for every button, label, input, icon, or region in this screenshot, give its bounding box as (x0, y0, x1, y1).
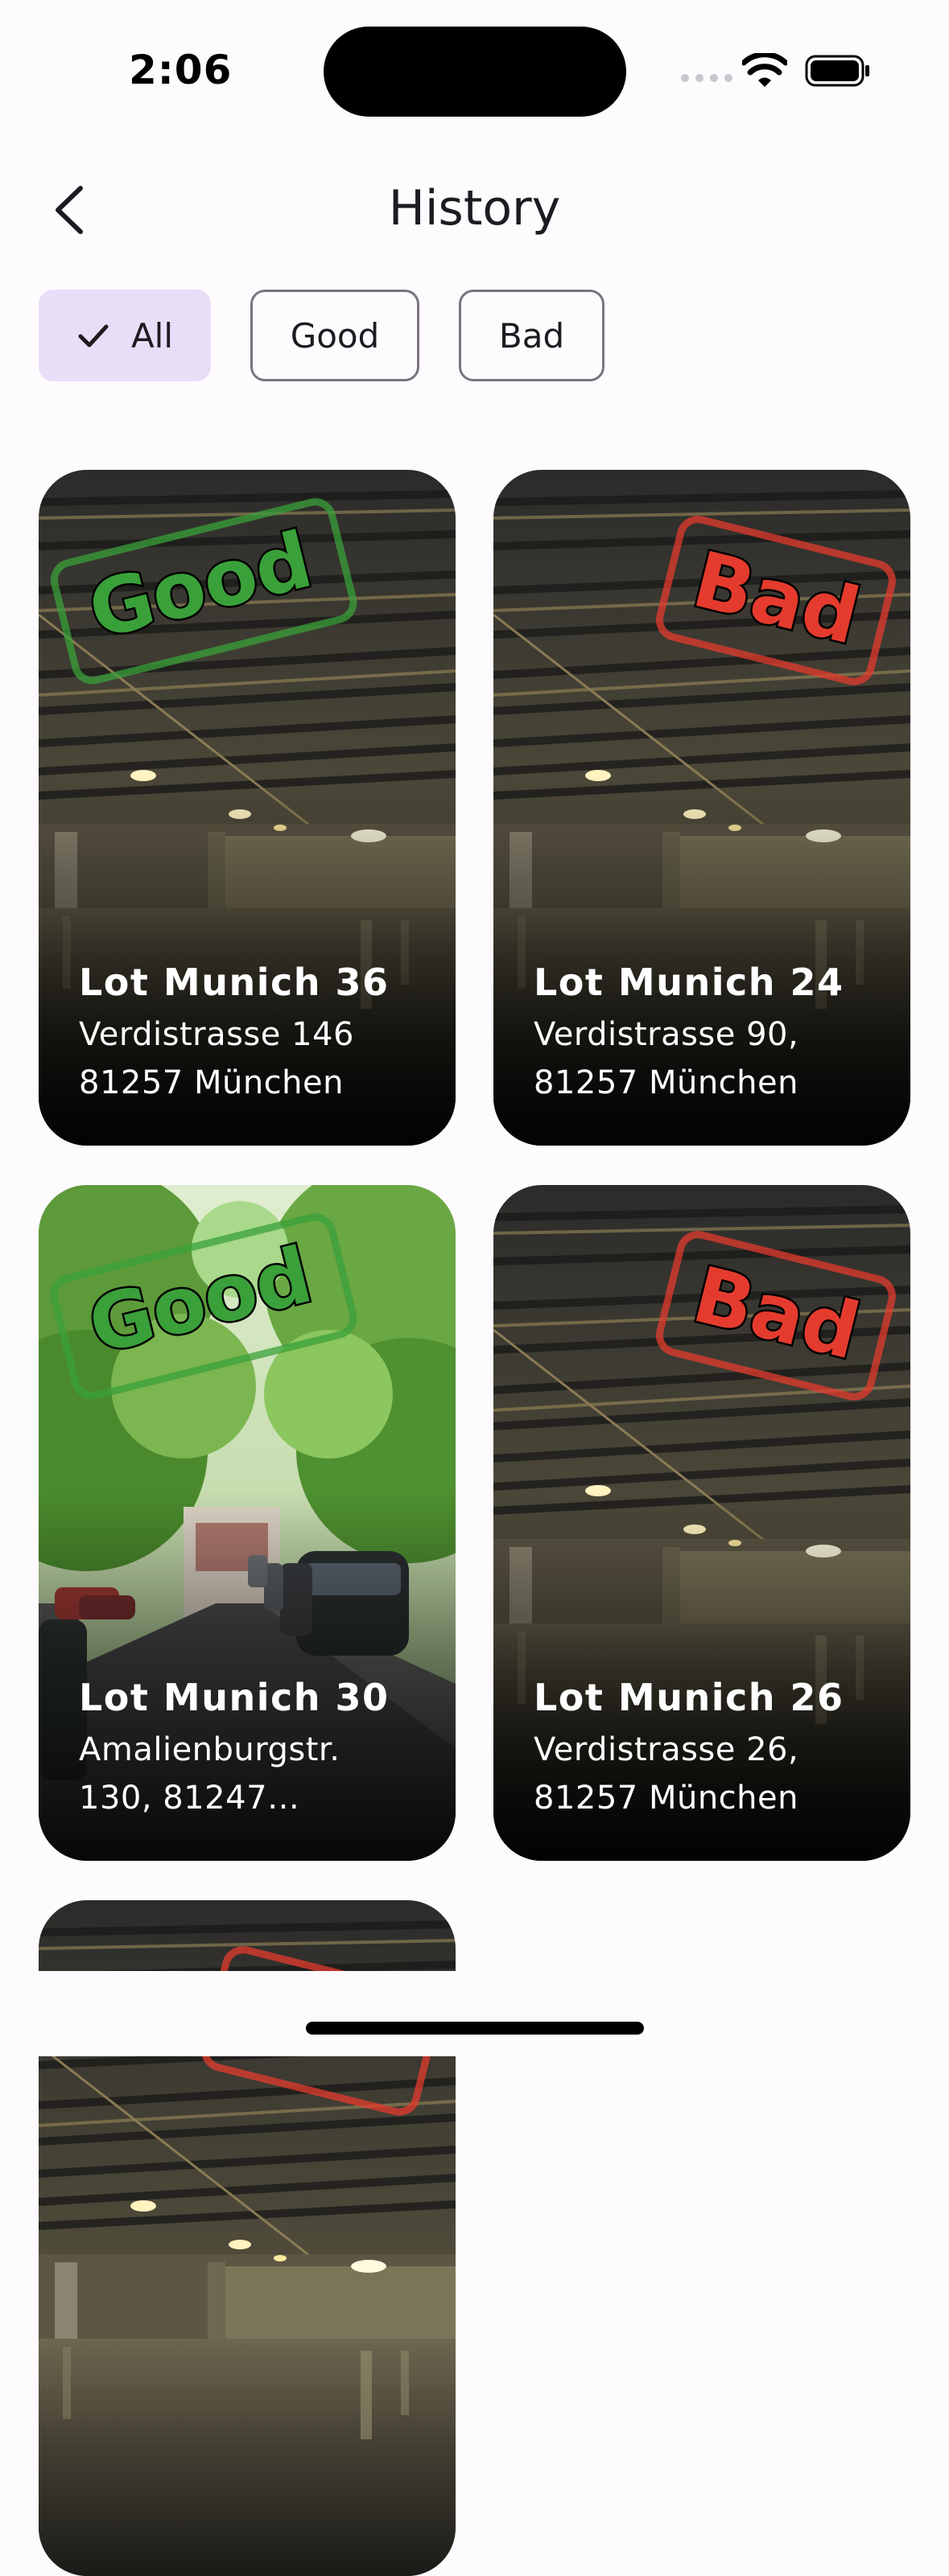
check-icon (78, 324, 109, 348)
filter-chip-label: Good (290, 315, 380, 356)
cellular-signal-icon (681, 74, 732, 85)
page-title: History (388, 180, 561, 237)
filter-chip-label: All (130, 315, 174, 356)
parking-lot-card[interactable]: Good Lot Munich 36 Verdistrasse 146 8125… (39, 470, 456, 1146)
lot-name: Lot Munich 36 (79, 961, 390, 1004)
status-time: 2:06 (129, 47, 233, 93)
filter-chip-bad[interactable]: Bad (459, 290, 604, 381)
filter-chip-good[interactable]: Good (250, 290, 419, 381)
good-stamp: Good (50, 498, 357, 685)
lot-address: Verdistrasse 146 81257 München (79, 1016, 354, 1101)
bad-stamp: Bad (655, 1231, 896, 1401)
battery-icon (805, 55, 869, 87)
lot-name: Lot Munich 24 (534, 961, 844, 1004)
parking-lot-card[interactable]: Bad Lot Munich 26 Verdistrasse 26, 81257… (493, 1185, 910, 1861)
lot-name: Lot Munich 30 (79, 1676, 390, 1719)
good-stamp: Good (50, 1213, 357, 1400)
lot-address: Verdistrasse 26, 81257 München (534, 1731, 799, 1817)
home-indicator[interactable] (306, 2022, 644, 2035)
lot-name: Lot Munich 26 (534, 1676, 844, 1719)
parking-lot-card[interactable]: Good Lot Munich 30 Amalienburgstr. 130, … (39, 1185, 456, 1861)
dynamic-island (324, 27, 626, 117)
bottom-safe-area (0, 1971, 949, 2056)
lot-address: Amalienburgstr. 130, 81247 München (79, 1731, 340, 1817)
parking-lot-card[interactable]: Bad Lot Munich 24 Verdistrasse 90, 81257… (493, 470, 910, 1146)
bad-stamp: Bad (655, 516, 896, 685)
filter-chip-label: Bad (498, 315, 565, 356)
wifi-icon (742, 53, 787, 87)
lot-address: Verdistrasse 90, 81257 München (534, 1016, 799, 1101)
filter-chip-all[interactable]: All (39, 290, 211, 381)
